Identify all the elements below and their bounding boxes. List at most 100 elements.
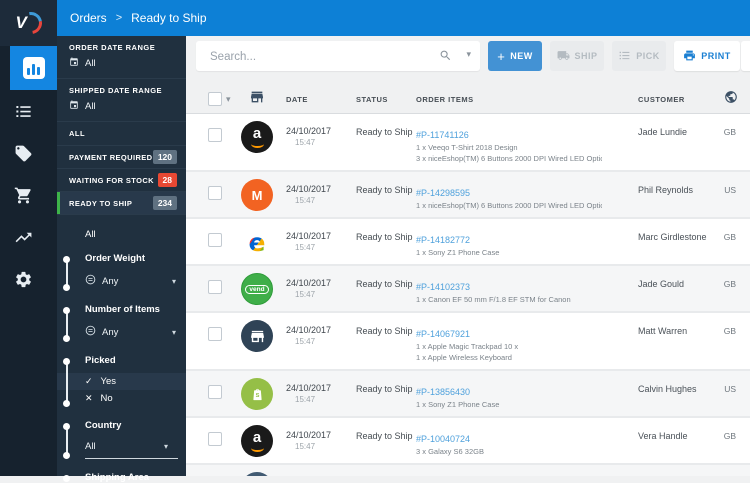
- ebay-icon: e: [241, 226, 273, 258]
- filter-option-picked-yes[interactable]: ✓ Yes: [57, 373, 186, 390]
- filter-option-picked-no[interactable]: ✕ No: [85, 390, 186, 407]
- table-row[interactable]: a 24/10/2017 15:47 Ready to Ship #P-11741126…: [186, 114, 750, 170]
- table-row[interactable]: a 24/10/2017 15:47 Ready to Ship #P-10040724…: [186, 416, 750, 463]
- date-value: 24/10/2017: [286, 325, 332, 335]
- time-value: 15:47: [295, 395, 316, 404]
- order-number-link[interactable]: #P-14298595: [416, 188, 470, 198]
- vend-icon: vend: [241, 273, 273, 305]
- table-row[interactable]: 24/10/201715:47Ready to Ship#P-141025041…: [186, 463, 750, 476]
- select-all-caret[interactable]: ▾: [226, 94, 231, 105]
- table-row[interactable]: 24/10/2017 15:47 Ready to Ship #P-14067921 1…: [186, 311, 750, 369]
- order-item: 1 x Apple Wireless Keyboard: [416, 352, 512, 362]
- filter-label-number-of-items: Number of Items: [85, 304, 160, 315]
- order-status: Ready to Ship: [356, 232, 413, 242]
- order-date: 24/10/2017 15:47: [282, 313, 352, 346]
- order-number-link[interactable]: #P-14182772: [416, 235, 470, 245]
- order-item: 3 x Galaxy S6 32GB: [416, 447, 484, 456]
- row-checkbox[interactable]: [208, 327, 222, 341]
- breadcrumb-separator: >: [115, 12, 123, 24]
- order-number-link[interactable]: #P-13856430: [416, 387, 470, 397]
- filter-group-order-weight: Order Weight Any ▾: [63, 253, 186, 291]
- phone-icon: [241, 472, 273, 476]
- order-number-link[interactable]: #P-14102373: [416, 282, 470, 292]
- order-status: Ready to Ship: [356, 326, 413, 336]
- pick-button[interactable]: PICK: [612, 41, 666, 71]
- date-value: 24/10/2017: [286, 126, 332, 136]
- app-logo[interactable]: V: [0, 0, 57, 46]
- row-checkbox[interactable]: [208, 233, 222, 247]
- country-code: US: [724, 185, 736, 195]
- cut-off-button[interactable]: [741, 41, 750, 71]
- option-label: Yes: [100, 376, 117, 387]
- filters-all-link[interactable]: All: [85, 229, 186, 240]
- timeline-dot: [63, 284, 70, 291]
- print-button[interactable]: PRINT: [674, 41, 740, 71]
- date-value: 24/10/2017: [286, 278, 332, 288]
- order-date-range-filter[interactable]: ORDER DATE RANGE All: [57, 36, 186, 79]
- row-checkbox[interactable]: [208, 432, 222, 446]
- rail-item-settings[interactable]: [0, 258, 47, 300]
- orders-table: ▾ DATE STATUS ORDER ITEMS CUSTOMER a 24/1…: [186, 85, 750, 476]
- order-status: Ready to Ship: [356, 185, 413, 195]
- gear-icon: [14, 270, 33, 289]
- status-filter-label: WAITING FOR STOCK: [69, 175, 154, 185]
- new-button[interactable]: + NEW: [488, 41, 542, 71]
- filter-dropdown-order-weight[interactable]: Any ▾: [85, 271, 186, 291]
- order-date: 24/10/2017 15:47: [282, 371, 352, 404]
- sidebar-item-waiting-for-stock[interactable]: WAITING FOR STOCK 28: [57, 169, 186, 192]
- rail-item-reports[interactable]: [0, 216, 47, 258]
- filter-select-country[interactable]: All ▾: [85, 438, 178, 459]
- row-checkbox[interactable]: [208, 385, 222, 399]
- button-label: PRINT: [701, 51, 731, 61]
- rail-item-purchases[interactable]: [0, 174, 47, 216]
- printer-icon: [683, 49, 696, 64]
- pick-list-icon: [618, 49, 631, 64]
- table-row[interactable]: M 24/10/2017 15:47 Ready to Ship #P-14298595…: [186, 170, 750, 217]
- veeqo-logo-icon: V: [15, 7, 46, 39]
- country-code: GB: [723, 431, 736, 441]
- filter-group-picked: Picked ✓ Yes ✕ No: [57, 355, 186, 407]
- nav-rail: [0, 46, 57, 476]
- sidebar-item-payment-required[interactable]: PAYMENT REQUIRED 120: [57, 146, 186, 169]
- status-filters: PAYMENT REQUIRED 120 WAITING FOR STOCK 28 RE…: [57, 146, 186, 215]
- order-number-link[interactable]: #P-10040724: [416, 434, 470, 444]
- customer-name: Matthew Ali: [602, 465, 712, 476]
- table-row[interactable]: e 24/10/2017 15:47 Ready to Ship #P-14182772…: [186, 217, 750, 264]
- list-icon: [14, 102, 33, 121]
- search-icon[interactable]: [439, 49, 452, 67]
- filter-label-order-weight: Order Weight: [85, 253, 145, 264]
- timeline-dot: [63, 423, 70, 430]
- search-input[interactable]: [208, 41, 432, 73]
- timeline-dot: [63, 358, 70, 365]
- filter-group-country: Country All ▾: [63, 420, 186, 459]
- svg-text:S: S: [255, 392, 259, 398]
- button-label: PICK: [636, 51, 660, 61]
- breadcrumb-orders[interactable]: Orders: [70, 11, 107, 25]
- rail-item-dashboard[interactable]: [10, 46, 57, 90]
- sidebar-item-all[interactable]: ALL: [57, 122, 186, 146]
- date-value: 24/10/2017: [286, 430, 332, 440]
- rail-item-products[interactable]: [0, 132, 47, 174]
- filter-value: Any: [102, 326, 119, 338]
- filter-label-country: Country: [85, 420, 122, 431]
- breadcrumb-ready-to-ship[interactable]: Ready to Ship: [131, 11, 206, 25]
- rail-item-orders[interactable]: [0, 90, 47, 132]
- customer-name: Phil Reynolds: [638, 185, 694, 195]
- order-status: Ready to Ship: [352, 465, 416, 476]
- order-number-link[interactable]: #P-11741126: [416, 130, 469, 140]
- row-checkbox[interactable]: [208, 128, 222, 142]
- main-content: ▾ + NEW SHIP PICK PRINT ▾ DATE STATUS ORDER …: [186, 36, 750, 476]
- table-row[interactable]: S 24/10/2017 15:47 Ready to Ship #P-13856430…: [186, 369, 750, 416]
- search-options-caret[interactable]: ▾: [466, 49, 471, 60]
- ship-button[interactable]: SHIP: [550, 41, 604, 71]
- row-checkbox[interactable]: [208, 280, 222, 294]
- sidebar-item-ready-to-ship[interactable]: READY TO SHIP 234: [57, 192, 186, 215]
- select-all-checkbox[interactable]: [208, 92, 222, 106]
- shipped-date-range-filter[interactable]: SHIPPED DATE RANGE All: [57, 79, 186, 122]
- order-number-link[interactable]: #P-14067921: [416, 329, 470, 339]
- table-row[interactable]: vend 24/10/2017 15:47 Ready to Ship #P-14102…: [186, 264, 750, 311]
- country-code: US: [724, 384, 736, 394]
- filter-dropdown-number-of-items[interactable]: Any ▾: [85, 322, 186, 342]
- time-value: 15:47: [295, 337, 316, 346]
- row-checkbox[interactable]: [208, 186, 222, 200]
